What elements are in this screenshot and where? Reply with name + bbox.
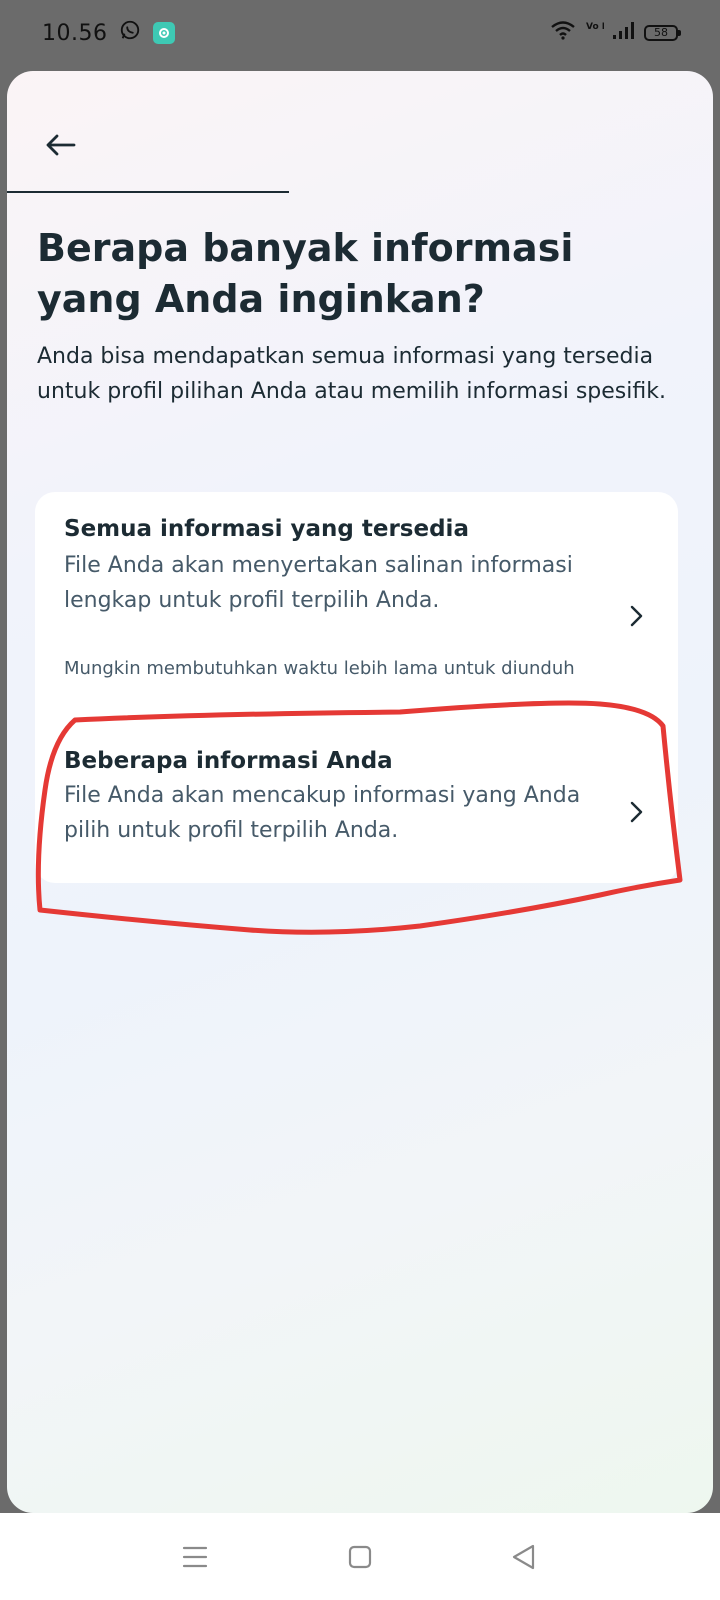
option-title: Beberapa informasi Anda (64, 748, 393, 774)
battery-icon: 58 (644, 25, 681, 41)
home-button[interactable] (342, 1539, 378, 1575)
page-title: Berapa banyak informasi yang Anda ingink… (37, 226, 574, 321)
chevron-right-icon (624, 800, 648, 824)
chevron-right-icon (624, 604, 648, 628)
wifi-icon (550, 20, 576, 46)
status-right: Vo LTE 58 (550, 19, 681, 47)
volte-label: Vo LTE (586, 22, 604, 32)
menu-button[interactable] (177, 1539, 213, 1575)
page-subtitle: Anda bisa mendapatkan semua informasi ya… (37, 344, 666, 404)
menu-icon (177, 1546, 213, 1579)
arrow-left-icon (44, 133, 76, 162)
back-button[interactable] (33, 123, 87, 171)
bottom-sheet: Berapa banyak informasi yang Anda ingink… (7, 71, 713, 1513)
whatsapp-icon (119, 19, 141, 47)
option-all-information[interactable]: Semua informasi yang tersedia File Anda … (35, 492, 678, 722)
option-description: File Anda akan menyertakan salinan infor… (64, 553, 573, 613)
back-triangle-icon (506, 1544, 542, 1579)
home-square-icon (342, 1545, 378, 1579)
progress-bar-fill (7, 191, 290, 193)
volte-icon: Vo LTE (584, 19, 618, 47)
signal-icon (612, 20, 636, 46)
app-notification-icon (153, 22, 176, 44)
back-nav-button[interactable] (506, 1539, 542, 1575)
navigation-bar (0, 1513, 720, 1600)
status-bar: 10.56 Vo LTE (0, 0, 720, 66)
option-description: File Anda akan mencakup informasi yang A… (64, 783, 581, 843)
progress-bar (7, 191, 713, 193)
battery-level: 58 (654, 26, 668, 39)
option-title: Semua informasi yang tersedia (64, 516, 469, 542)
option-some-information[interactable]: Beberapa informasi Anda File Anda akan m… (35, 732, 678, 882)
option-note: Mungkin membutuhkan waktu lebih lama unt… (64, 658, 575, 679)
status-time: 10.56 (42, 20, 108, 46)
status-left: 10.56 (42, 19, 176, 47)
options-card: Semua informasi yang tersedia File Anda … (35, 492, 678, 883)
